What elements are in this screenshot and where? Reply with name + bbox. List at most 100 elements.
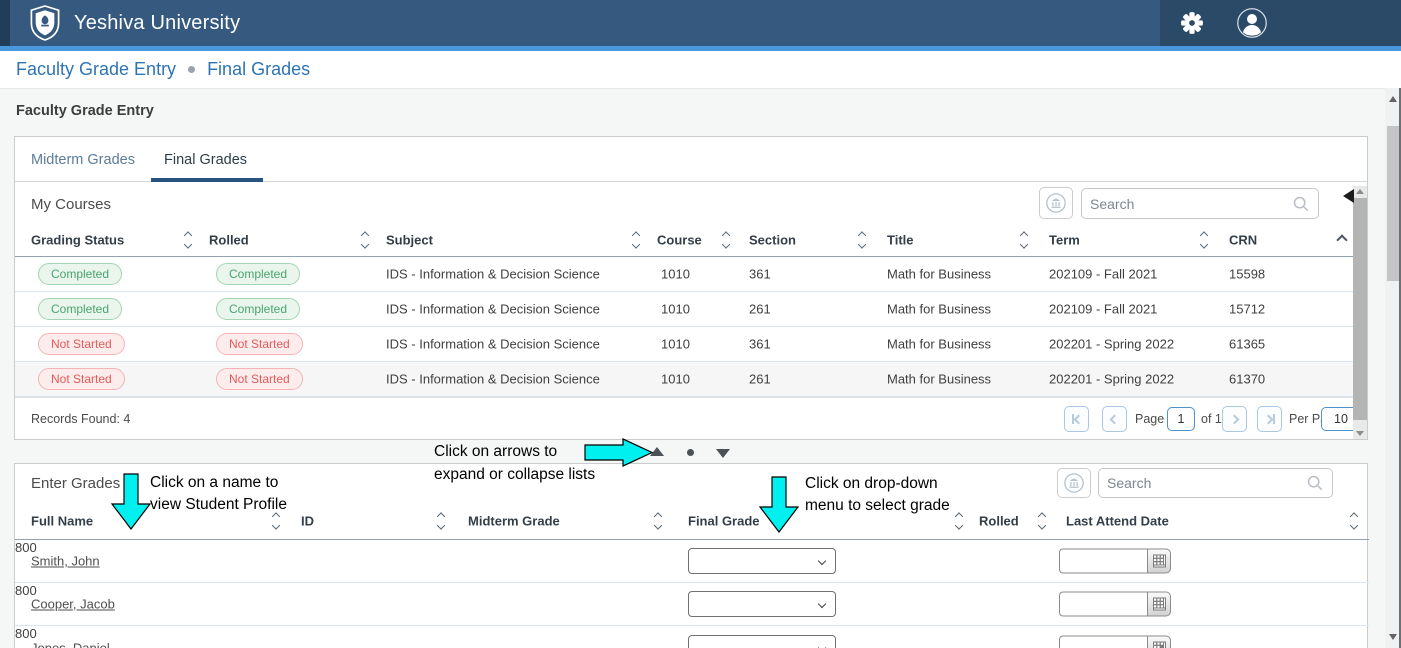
- cell-term: 202201 - Spring 2022: [1049, 337, 1174, 352]
- breadcrumb-final-grades[interactable]: Final Grades: [207, 59, 310, 80]
- course-row[interactable]: Completed Completed IDS - Information & …: [15, 292, 1360, 327]
- sort-term[interactable]: [1201, 233, 1207, 248]
- col-final-grade: Final Grade: [688, 513, 760, 528]
- sort-crn-ascending[interactable]: [1338, 236, 1346, 244]
- chevron-down-icon: [818, 557, 826, 565]
- sort-grading-status[interactable]: [185, 233, 191, 248]
- grading-status-badge: Completed: [38, 298, 122, 320]
- student-name-link[interactable]: Cooper, Jacob: [31, 597, 115, 612]
- scroll-up-icon[interactable]: [1356, 189, 1364, 194]
- sort-subject[interactable]: [633, 233, 639, 248]
- calendar-icon: [1153, 598, 1166, 611]
- final-grade-select[interactable]: [688, 591, 836, 617]
- my-courses-tools-button[interactable]: [1039, 187, 1073, 219]
- my-courses-search-input[interactable]: [1082, 196, 1292, 212]
- last-attend-date-group: [1059, 635, 1171, 648]
- course-row[interactable]: Not Started Not Started IDS - Informatio…: [15, 327, 1360, 362]
- brand-name: Yeshiva University: [74, 12, 240, 35]
- cell-subject: IDS - Information & Decision Science: [386, 372, 600, 387]
- sort-course[interactable]: [723, 233, 729, 248]
- sort-id[interactable]: [438, 513, 444, 528]
- calendar-icon: [1153, 641, 1166, 648]
- tab-final-grades[interactable]: Final Grades: [164, 137, 247, 182]
- sort-title[interactable]: [1021, 233, 1027, 248]
- cell-course: 1010: [661, 302, 690, 317]
- annotation-profile-line1: Click on a name to: [150, 472, 278, 494]
- last-attend-date-input[interactable]: [1059, 549, 1147, 574]
- next-page-button[interactable]: [1222, 406, 1247, 432]
- calendar-button[interactable]: [1147, 549, 1171, 574]
- enter-grades-tools-button[interactable]: [1057, 468, 1091, 498]
- chevron-first-icon: [1073, 414, 1083, 424]
- collapse-list-control[interactable]: [716, 449, 730, 458]
- student-name-link[interactable]: Smith, John: [31, 554, 100, 569]
- enter-grades-searchbox: [1098, 468, 1333, 498]
- chevron-down-icon: [818, 600, 826, 608]
- rolled-status-badge: Completed: [216, 298, 300, 320]
- cell-crn: 61370: [1229, 372, 1265, 387]
- cyan-arrow-right: [584, 438, 654, 472]
- triangle-down-icon: [716, 449, 730, 458]
- cyan-arrow-down-name: [111, 473, 151, 536]
- col-grading-status: Grading Status: [31, 233, 124, 248]
- col-rolled: Rolled: [209, 233, 249, 248]
- scrollbar-thumb[interactable]: [1353, 198, 1367, 420]
- last-attend-date-input[interactable]: [1059, 592, 1147, 617]
- col-id: ID: [301, 513, 314, 528]
- resize-dot-control[interactable]: [687, 449, 694, 456]
- scroll-down-icon[interactable]: [1356, 431, 1364, 436]
- course-row[interactable]: Completed Completed IDS - Information & …: [15, 257, 1360, 292]
- rolled-status-badge: Completed: [216, 263, 300, 285]
- sort-rolled[interactable]: [362, 233, 368, 248]
- scroll-up-icon[interactable]: [1389, 96, 1397, 102]
- annotation-expand-line1: Click on arrows to: [434, 441, 557, 463]
- breadcrumb-faculty-grade-entry[interactable]: Faculty Grade Entry: [16, 59, 176, 80]
- sort-midterm-grade[interactable]: [655, 513, 661, 528]
- col-rolled: Rolled: [979, 513, 1019, 528]
- student-row: Cooper, Jacob 800: [15, 583, 1369, 626]
- enter-grades-search-input[interactable]: [1099, 475, 1306, 491]
- calendar-button[interactable]: [1147, 635, 1171, 648]
- grading-status-badge: Completed: [38, 263, 122, 285]
- last-attend-date-input[interactable]: [1059, 635, 1147, 648]
- sort-last-attend-date[interactable]: [1351, 513, 1357, 528]
- profile-button[interactable]: [1234, 5, 1270, 41]
- page-number-input[interactable]: [1167, 407, 1195, 431]
- calendar-button[interactable]: [1147, 592, 1171, 617]
- last-attend-date-group: [1059, 592, 1171, 617]
- col-crn: CRN: [1229, 233, 1257, 248]
- scroll-down-icon[interactable]: [1389, 634, 1397, 640]
- page-scrollbar-thumb[interactable]: [1387, 126, 1399, 281]
- annotation-dropdown-line2: menu to select grade: [805, 495, 950, 517]
- brand[interactable]: Yeshiva University: [28, 0, 240, 46]
- final-grade-select[interactable]: [688, 635, 836, 648]
- student-row: Smith, John 800: [15, 540, 1369, 583]
- col-full-name: Full Name: [31, 513, 93, 528]
- page-title: Faculty Grade Entry: [16, 103, 154, 119]
- my-courses-searchbox: [1081, 188, 1319, 219]
- final-grade-select[interactable]: [688, 548, 836, 574]
- chevron-right-icon: [1230, 414, 1240, 424]
- previous-page-button[interactable]: [1102, 406, 1127, 432]
- breadcrumb-separator-dot: [188, 66, 195, 73]
- table-scrollbar[interactable]: [1353, 186, 1367, 439]
- faculty-grade-entry-page: Yeshiva University: [0, 0, 1401, 648]
- cell-course: 1010: [661, 267, 690, 282]
- grade-tabs: Midterm Grades Final Grades: [15, 137, 1367, 182]
- first-page-button[interactable]: [1064, 406, 1089, 432]
- cell-title: Math for Business: [887, 337, 991, 352]
- grading-status-badge: Not Started: [38, 333, 125, 355]
- calendar-icon: [1153, 555, 1166, 568]
- person-icon: [1236, 7, 1268, 39]
- tab-midterm-grades[interactable]: Midterm Grades: [31, 137, 135, 182]
- last-page-button[interactable]: [1257, 406, 1282, 432]
- settings-button[interactable]: [1174, 5, 1210, 41]
- sort-rolled[interactable]: [1039, 513, 1045, 528]
- my-courses-panel: Midterm Grades Final Grades My Courses G…: [14, 136, 1368, 440]
- page-label: Page: [1135, 412, 1164, 426]
- student-name-link[interactable]: Jones, Daniel: [31, 640, 110, 648]
- sort-section[interactable]: [859, 233, 865, 248]
- sort-final-grade[interactable]: [956, 513, 962, 528]
- grading-status-badge: Not Started: [38, 368, 125, 390]
- course-row[interactable]: Not Started Not Started IDS - Informatio…: [15, 362, 1360, 397]
